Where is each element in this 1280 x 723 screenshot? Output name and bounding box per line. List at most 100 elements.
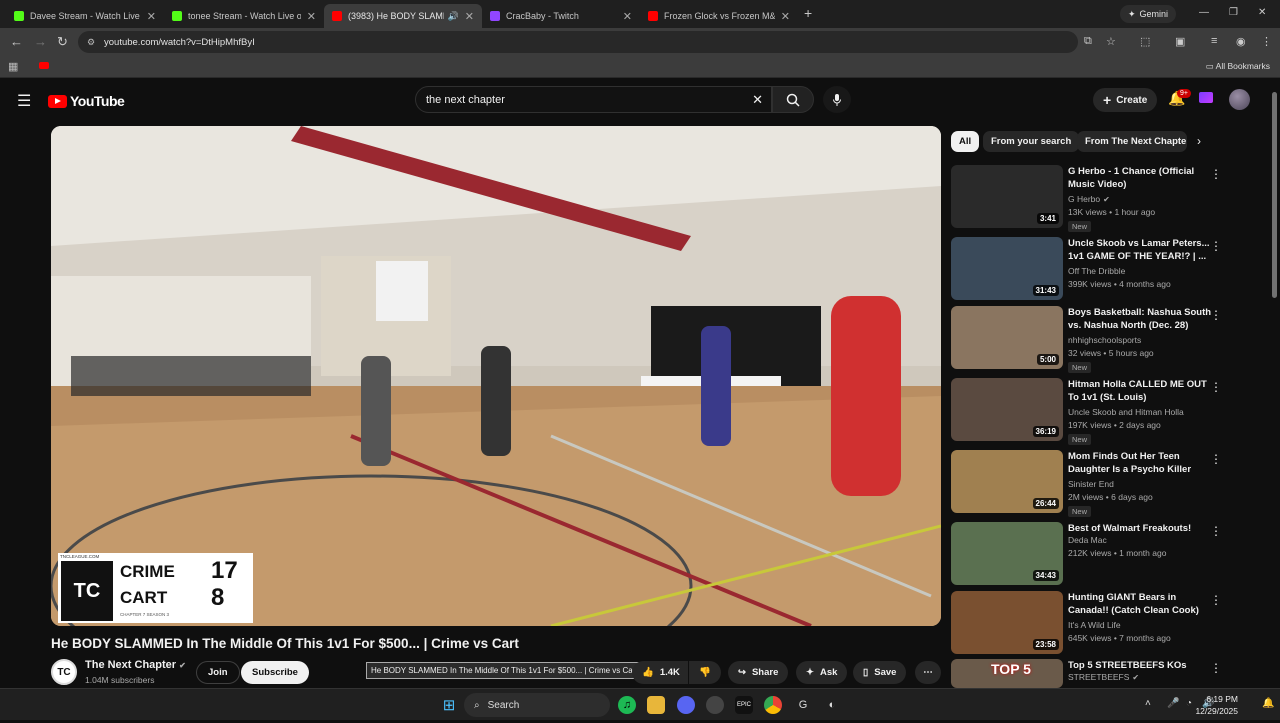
close-tab-icon[interactable]: ✕ [307, 10, 316, 23]
video-thumbnail[interactable]: 23:58 [951, 591, 1063, 654]
reading-list-icon[interactable]: ≡ [1211, 35, 1217, 47]
discord-icon[interactable] [677, 696, 695, 714]
browser-tab-4[interactable]: CracBaby - Twitch ✕ [482, 4, 640, 28]
recommendation-title[interactable]: Mom Finds Out Her Teen Daughter Is a Psy… [1068, 450, 1213, 476]
recommendation-channel[interactable]: G Herbo ✔ [1068, 194, 1110, 204]
file-explorer-icon[interactable] [647, 696, 665, 714]
video-camera-icon[interactable] [1199, 92, 1213, 103]
recommendation-channel[interactable]: nhhighschoolsports [1068, 335, 1141, 345]
voice-search-button[interactable] [823, 86, 851, 113]
recommendation-item[interactable]: 23:58 Hunting GIANT Bears in Canada!! (Ca… [951, 591, 1226, 655]
recommendation-channel[interactable]: Sinister End [1068, 479, 1114, 489]
recommendation-item[interactable]: 34:43 Best of Walmart Freakouts! Deda Mac 2… [951, 522, 1226, 586]
video-thumbnail[interactable]: TOP 5 [951, 659, 1063, 688]
close-window-icon[interactable]: ✕ [1258, 7, 1266, 18]
chip-from-your-search[interactable]: From your search [983, 131, 1080, 152]
youtube-bookmark-icon[interactable] [39, 62, 49, 69]
video-thumbnail[interactable]: 36:19 [951, 378, 1063, 441]
share-button[interactable]: ↪ Share [728, 661, 789, 684]
steam-icon[interactable]: ◐ [823, 696, 841, 714]
create-button[interactable]: + Create [1093, 88, 1158, 112]
ask-button[interactable]: ✦ Ask [796, 661, 848, 684]
all-bookmarks-button[interactable]: ▭ All Bookmarks [1206, 61, 1270, 72]
browser-tab-1[interactable]: Davee Stream - Watch Live on K ✕ [6, 4, 164, 28]
recommendation-item[interactable]: 26:44 Mom Finds Out Her Teen Daughter Is … [951, 450, 1226, 517]
network-icon[interactable]: ◔ [1186, 698, 1192, 709]
account-avatar[interactable] [1229, 89, 1250, 110]
video-thumbnail[interactable]: 26:44 [951, 450, 1063, 513]
forward-icon[interactable]: → [34, 34, 47, 49]
back-icon[interactable]: ← [10, 34, 23, 49]
reload-icon[interactable]: ↻ [57, 34, 68, 50]
clear-search-icon[interactable]: ✕ [752, 92, 763, 108]
browser-tab-2[interactable]: tonee Stream - Watch Live on K ✕ [164, 4, 324, 28]
taskbar-search[interactable]: ⌕ Search [464, 693, 610, 717]
more-actions-button[interactable]: ⋯ [915, 661, 941, 684]
hamburger-menu-icon[interactable]: ☰ [17, 91, 31, 111]
browser-tab-5[interactable]: Frozen Glock vs Frozen M&P - Y ✕ [640, 4, 798, 28]
recommendation-title[interactable]: G Herbo - 1 Chance (Official Music Video… [1068, 165, 1213, 191]
minimize-icon[interactable]: — [1199, 7, 1209, 18]
chevron-right-icon[interactable]: › [1197, 134, 1201, 148]
video-thumbnail[interactable]: 34:43 [951, 522, 1063, 585]
new-tab-icon[interactable]: + [804, 5, 812, 21]
taskbar-clock[interactable]: 6:19 PM 12/29/2025 [1195, 693, 1238, 717]
bookmark-star-icon[interactable]: ☆ [1106, 35, 1116, 48]
recommendation-title[interactable]: Top 5 STREETBEEFS KOs [1068, 659, 1213, 672]
channel-avatar[interactable]: TC [51, 659, 77, 685]
epic-games-icon[interactable]: EPIC [735, 696, 753, 714]
search-button[interactable] [772, 86, 814, 113]
chip-from-channel[interactable]: From The Next Chapter [1077, 131, 1187, 152]
video-thumbnail[interactable]: 5:00 [951, 306, 1063, 369]
omnibox-url[interactable]: ⚙ youtube.com/watch?v=DtHipMhfByI [78, 31, 1078, 53]
recommendation-title[interactable]: Hunting GIANT Bears in Canada!! (Catch C… [1068, 591, 1213, 617]
chip-all[interactable]: All [951, 131, 980, 152]
tray-chevron-icon[interactable]: ˄ [1145, 698, 1151, 709]
video-thumbnail[interactable]: 31:43 [951, 237, 1063, 300]
notification-center-icon[interactable]: 🔔 [1262, 698, 1274, 709]
close-tab-icon[interactable]: ✕ [465, 10, 474, 23]
close-tab-icon[interactable]: ✕ [781, 10, 790, 23]
speaker-icon[interactable]: 🔊 [448, 11, 459, 22]
github-icon[interactable] [706, 696, 724, 714]
recommendation-title[interactable]: Uncle Skoob vs Lamar Peters... 1v1 GAME … [1068, 237, 1213, 263]
recommendation-item[interactable]: 5:00 Boys Basketball: Nashua South vs. Na… [951, 306, 1226, 373]
install-app-icon[interactable]: ⧉ [1084, 35, 1092, 48]
gemini-button[interactable]: ✦ Gemini [1120, 5, 1177, 23]
save-button[interactable]: ▯ Save [853, 661, 907, 684]
subscribe-button[interactable]: Subscribe [241, 661, 309, 684]
restore-icon[interactable]: ❐ [1229, 7, 1238, 18]
scrollbar-thumb[interactable] [1272, 92, 1277, 298]
spotify-icon[interactable]: ♫ [618, 696, 636, 714]
more-vert-icon[interactable]: ⋮ [1210, 593, 1222, 607]
app-g-icon[interactable]: G [794, 696, 812, 714]
more-vert-icon[interactable]: ⋮ [1210, 308, 1222, 322]
extensions-icon[interactable]: ⬚ [1140, 35, 1150, 48]
recommendation-item[interactable]: 3:41 G Herbo - 1 Chance (Official Music V… [951, 165, 1226, 232]
more-vert-icon[interactable]: ⋮ [1210, 661, 1222, 675]
video-thumbnail[interactable]: 3:41 [951, 165, 1063, 228]
channel-name[interactable]: The Next Chapter ✔ [85, 659, 186, 671]
recommendation-title[interactable]: Hitman Holla CALLED ME OUT To 1v1 (St. L… [1068, 378, 1213, 404]
browser-tab-3-active[interactable]: (3983) He BODY SLAMMED 🔊 ✕ [324, 4, 482, 28]
tab-search-icon[interactable]: ▣ [1175, 35, 1185, 48]
more-vert-icon[interactable]: ⋮ [1210, 380, 1222, 394]
recommendation-item[interactable]: 36:19 Hitman Holla CALLED ME OUT To 1v1 (… [951, 378, 1226, 445]
video-player[interactable]: TNCLEAGUE.COM TC CRIME 17 CART 8 CHAPTER… [51, 126, 941, 626]
recommendation-channel[interactable]: Deda Mac [1068, 535, 1107, 545]
microphone-tray-icon[interactable]: 🎤 [1167, 698, 1179, 709]
like-button[interactable]: 👍 1.4K [632, 661, 688, 684]
recommendation-channel[interactable]: Uncle Skoob and Hitman Holla [1068, 407, 1184, 417]
more-vert-icon[interactable]: ⋮ [1210, 452, 1222, 466]
dislike-button[interactable]: 👎 [689, 661, 721, 684]
recommendation-channel[interactable]: It's A Wild Life [1068, 620, 1121, 630]
chrome-icon[interactable] [764, 696, 782, 714]
join-button[interactable]: Join [196, 661, 240, 684]
recommendation-channel[interactable]: STREETBEEFS ✔ [1068, 672, 1139, 682]
browser-menu-icon[interactable]: ⋮ [1261, 35, 1272, 48]
search-input[interactable]: the next chapter ✕ [415, 86, 772, 113]
more-vert-icon[interactable]: ⋮ [1210, 524, 1222, 538]
recommendation-channel[interactable]: Off The Dribble [1068, 266, 1125, 276]
recommendation-title[interactable]: Boys Basketball: Nashua South vs. Nashua… [1068, 306, 1213, 332]
windows-start-icon[interactable]: ⊞ [440, 696, 458, 714]
